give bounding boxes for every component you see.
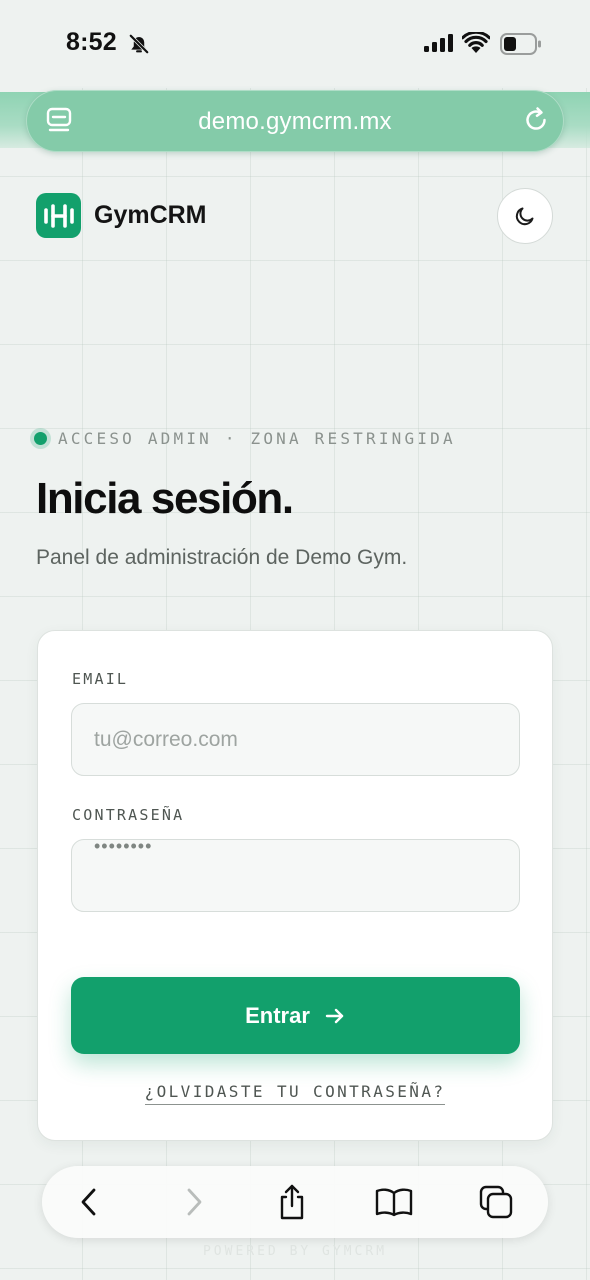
arrow-right-icon [325,1008,344,1023]
password-input[interactable] [71,839,520,912]
login-submit-button[interactable]: Entrar [71,977,520,1054]
submit-label: Entrar [245,1002,310,1028]
tabs-button[interactable] [474,1180,518,1224]
email-input[interactable] [71,703,520,776]
email-label: EMAIL [72,670,129,688]
status-dot [34,432,47,445]
forgot-password-link[interactable]: ¿OLVIDASTE TU CONTRASEÑA? [38,1082,552,1105]
dumbbell-icon [43,203,74,228]
wifi-icon [461,30,491,59]
footer-text: POWERED BY GYMCRM [202,1244,388,1259]
brand-name: GymCRM [94,201,207,229]
bookmarks-icon [375,1188,413,1217]
address-bar[interactable]: demo.gymcrm.mx [26,90,564,152]
forgot-password-label[interactable]: ¿OLVIDASTE TU CONTRASEÑA? [144,1082,446,1105]
signal-icon [424,34,454,57]
bell-off-icon [128,33,150,60]
login-card: EMAIL CONTRASEÑA •••••••• Entrar ¿OLVIDA… [37,630,553,1141]
back-icon [81,1188,96,1216]
share-button[interactable] [270,1180,314,1224]
password-label: CONTRASEÑA [72,806,185,824]
status-bar: 8:52 [0,0,590,88]
browser-toolbar [42,1166,548,1238]
bookmarks-button[interactable] [372,1180,416,1224]
battery-icon [500,33,542,60]
share-icon [280,1184,304,1220]
moon-icon [515,207,534,226]
page-subtitle: Panel de administración de Demo Gym. [36,546,408,569]
reload-icon[interactable] [522,106,550,139]
tabs-icon [479,1185,513,1219]
back-button[interactable] [67,1180,111,1224]
brand-logo [36,193,81,238]
theme-toggle-button[interactable] [497,188,553,244]
forward-icon [187,1188,202,1216]
page-title: Inicia sesión. [36,474,294,523]
forward-button[interactable] [172,1180,216,1224]
url-text[interactable]: demo.gymcrm.mx [26,108,564,136]
eyebrow-text: ACCESO ADMIN · ZONA RESTRINGIDA [58,429,456,448]
status-time: 8:52 [66,28,117,56]
